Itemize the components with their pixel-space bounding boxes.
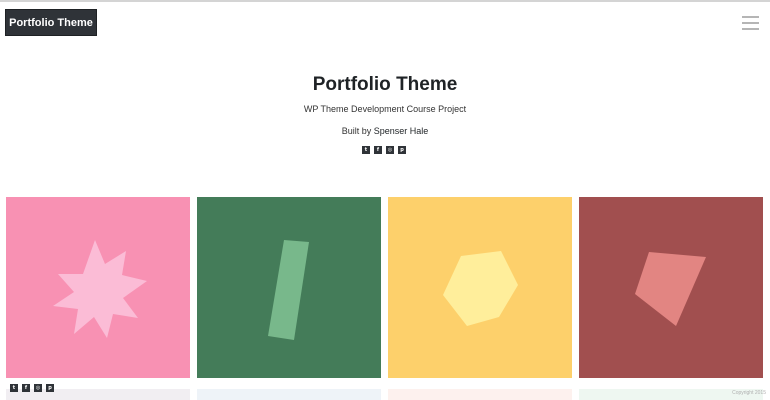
top-border: [0, 0, 770, 2]
portfolio-item-bar[interactable]: [197, 197, 381, 378]
hamburger-menu-icon[interactable]: [742, 16, 759, 30]
twitter-icon[interactable]: t: [10, 384, 18, 392]
facebook-icon[interactable]: f: [22, 384, 30, 392]
site-subtitle: WP Theme Development Course Project: [303, 104, 467, 114]
site-title: Portfolio Theme: [312, 74, 458, 95]
instagram-icon[interactable]: ◎: [34, 384, 42, 392]
copyright-text: Copyright 2015: [732, 390, 766, 396]
built-by-prefix: Built by: [341, 126, 372, 136]
portfolio-item-next[interactable]: [197, 389, 381, 400]
social-links-footer: t f ◎ p: [10, 384, 54, 392]
pinterest-icon[interactable]: p: [46, 384, 54, 392]
twitter-icon[interactable]: t: [362, 146, 370, 154]
built-by-line: Built by Spenser Hale: [0, 126, 770, 136]
facebook-icon[interactable]: f: [374, 146, 382, 154]
portfolio-item-next[interactable]: [388, 389, 572, 400]
social-links-header: t f ◎ p: [362, 146, 406, 154]
pinterest-icon[interactable]: p: [398, 146, 406, 154]
portfolio-item-quad[interactable]: [579, 197, 763, 378]
instagram-icon[interactable]: ◎: [386, 146, 394, 154]
author-link[interactable]: Spenser Hale: [374, 126, 429, 136]
portfolio-item-hexagon[interactable]: [388, 197, 572, 378]
portfolio-item-star[interactable]: [6, 197, 190, 378]
brand-button[interactable]: Portfolio Theme: [6, 10, 96, 35]
